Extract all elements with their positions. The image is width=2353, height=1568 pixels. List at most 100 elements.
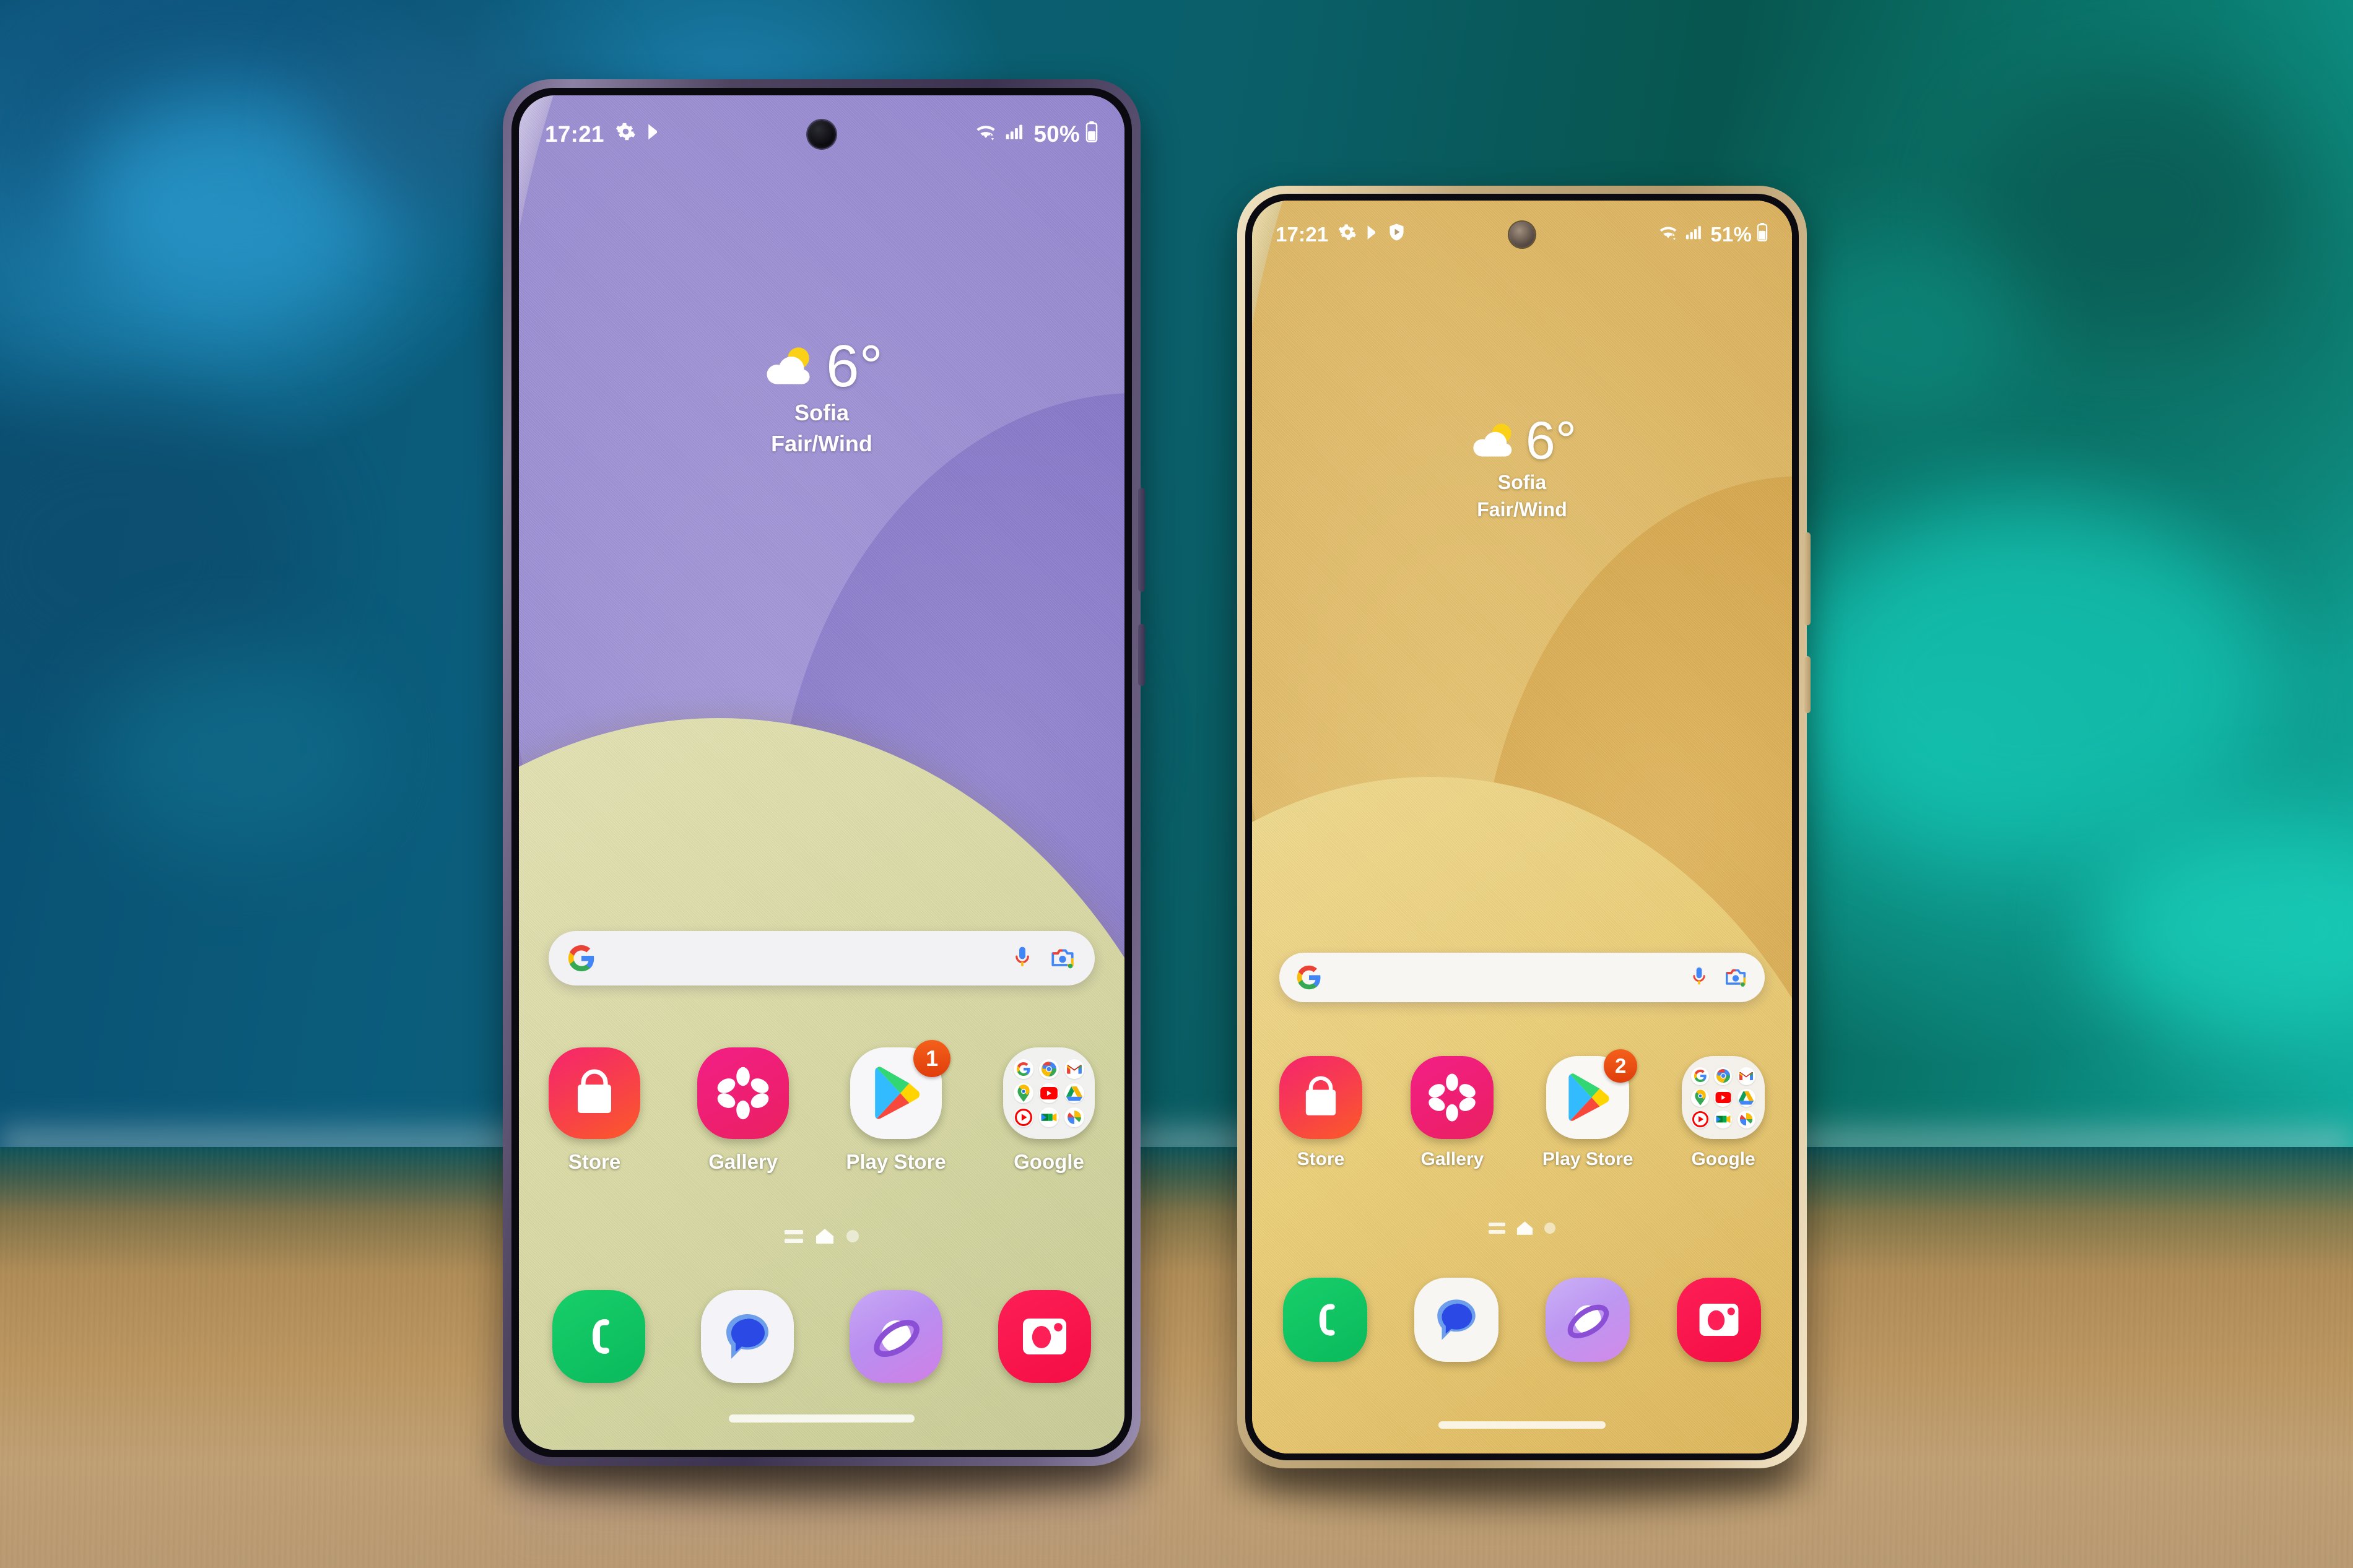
partly-cloudy-icon: [760, 344, 820, 389]
microphone-icon[interactable]: [1690, 965, 1708, 990]
weather-temperature: 6°: [1525, 411, 1577, 470]
app-store[interactable]: Store: [1279, 1056, 1362, 1170]
photo-scene: 17:21 50% 6° Sofia Fair/Wind Store Galle…: [0, 0, 2353, 1568]
samsung-internet-icon[interactable]: [850, 1290, 942, 1383]
camera-icon[interactable]: [1677, 1278, 1761, 1362]
home-app-row: Store: [1279, 1049, 1765, 1170]
gallery-flower-icon[interactable]: [697, 1047, 789, 1139]
google-search-icon: [1013, 1059, 1033, 1079]
status-time: 17:21: [1276, 223, 1329, 246]
app-label: Google: [1691, 1149, 1755, 1169]
table-wood-grain: [0, 1147, 2353, 1568]
google-search-icon: [1691, 1067, 1710, 1085]
play-flag-icon: [1364, 223, 1381, 246]
photos-icon: [1737, 1110, 1755, 1128]
dock: [1283, 1278, 1761, 1362]
galaxy-phone-left[interactable]: 17:21 50% 6° Sofia Fair/Wind Store Galle…: [503, 79, 1145, 1466]
search-input[interactable]: [608, 945, 1012, 971]
phone-right-screen[interactable]: 17:21 51% 6° Sofia Fair/Wind Store Galle…: [1252, 201, 1792, 1453]
google-lens-icon[interactable]: [1049, 945, 1076, 971]
page-indicator: [1252, 1221, 1792, 1236]
weather-condition: Fair/Wind: [1477, 498, 1567, 521]
page-dot[interactable]: [1544, 1223, 1555, 1234]
youtube-music-icon: [1013, 1107, 1033, 1127]
app-gallery[interactable]: Gallery: [697, 1047, 789, 1174]
galaxy-phone-right[interactable]: 17:21 51% 6° Sofia Fair/Wind Store Galle…: [1237, 186, 1811, 1468]
google-g-icon: [1296, 964, 1322, 990]
weather-condition: Fair/Wind: [771, 431, 872, 456]
meet-icon: [1038, 1107, 1059, 1127]
weather-city: Sofia: [1497, 471, 1547, 493]
app-store[interactable]: Store: [549, 1047, 640, 1174]
weather-widget[interactable]: 6° Sofia Fair/Wind: [1252, 414, 1792, 521]
maps-icon: [1691, 1088, 1710, 1107]
app-list-icon[interactable]: [1489, 1223, 1505, 1234]
app-play-store[interactable]: 2 Play Store: [1542, 1049, 1638, 1170]
microphone-icon[interactable]: [1012, 945, 1033, 972]
wifi-icon: [1658, 223, 1679, 246]
phone-right-power-button[interactable]: [1804, 656, 1811, 713]
battery-percent-label: 51%: [1710, 223, 1752, 246]
gallery-flower-icon[interactable]: [1411, 1056, 1494, 1139]
phone-icon[interactable]: [552, 1290, 645, 1383]
app-label: Store: [1297, 1149, 1345, 1169]
weather-widget[interactable]: 6° Sofia Fair/Wind: [519, 337, 1124, 457]
app-label: Play Store: [846, 1150, 946, 1173]
maps-icon: [1013, 1083, 1033, 1103]
messages-icon[interactable]: [1414, 1278, 1498, 1362]
camera-icon[interactable]: [998, 1290, 1091, 1383]
weather-city: Sofia: [794, 400, 849, 425]
google-folder-icon[interactable]: [1003, 1047, 1095, 1139]
home-app-row: Store: [549, 1040, 1095, 1174]
samsung-internet-icon[interactable]: [1546, 1278, 1630, 1362]
page-dot[interactable]: [846, 1230, 859, 1242]
home-icon[interactable]: [1516, 1221, 1533, 1236]
phone-left-screen[interactable]: 17:21 50% 6° Sofia Fair/Wind Store Galle…: [519, 95, 1124, 1450]
battery-icon: [1085, 121, 1098, 148]
drive-icon: [1737, 1088, 1755, 1107]
samsung-store-icon[interactable]: [1279, 1056, 1362, 1139]
google-search-bar[interactable]: [1279, 953, 1765, 1002]
home-icon[interactable]: [816, 1228, 834, 1244]
youtube-icon: [1714, 1088, 1733, 1107]
gesture-handle[interactable]: [729, 1414, 915, 1423]
partly-cloudy-icon: [1468, 420, 1521, 461]
phone-left-volume-button[interactable]: [1138, 488, 1145, 592]
wallpaper-gold: [1252, 201, 1792, 1453]
app-google-folder[interactable]: Google: [1003, 1047, 1095, 1174]
chrome-icon: [1038, 1059, 1059, 1079]
app-label: Google: [1014, 1150, 1084, 1173]
meet-icon: [1714, 1110, 1733, 1128]
weather-main-row: 6°: [1252, 414, 1792, 467]
drive-icon: [1064, 1083, 1084, 1103]
google-search-bar[interactable]: [549, 931, 1095, 985]
play-store-icon[interactable]: 1: [850, 1040, 951, 1139]
status-bar: 17:21 50%: [519, 119, 1124, 150]
background-bokeh-6: [1969, 74, 2291, 334]
gmail-icon: [1737, 1067, 1755, 1085]
samsung-store-icon[interactable]: [549, 1047, 640, 1139]
app-play-store[interactable]: 1 Play Store: [846, 1040, 951, 1174]
gesture-handle[interactable]: [1438, 1421, 1606, 1429]
app-gallery[interactable]: Gallery: [1411, 1056, 1494, 1170]
battery-icon: [1756, 223, 1768, 246]
play-store-badge: 2: [1604, 1049, 1638, 1083]
app-label: Play Store: [1542, 1149, 1633, 1169]
wallpaper-purple: [519, 95, 1124, 1450]
phone-left-power-button[interactable]: [1138, 624, 1145, 686]
phone-right-volume-button[interactable]: [1804, 532, 1811, 625]
shield-play-icon: [1388, 223, 1405, 246]
google-lens-icon[interactable]: [1723, 966, 1748, 989]
phone-icon[interactable]: [1283, 1278, 1367, 1362]
play-store-icon[interactable]: 2: [1546, 1049, 1638, 1139]
app-label: Gallery: [1420, 1149, 1484, 1169]
app-google-folder[interactable]: Google: [1682, 1056, 1765, 1170]
app-list-icon[interactable]: [785, 1229, 803, 1243]
status-bar: 17:21 51%: [1252, 220, 1792, 249]
page-indicator: [519, 1228, 1124, 1244]
app-label: Store: [568, 1150, 621, 1173]
google-folder-icon[interactable]: [1682, 1056, 1765, 1139]
search-input[interactable]: [1333, 966, 1690, 989]
messages-icon[interactable]: [701, 1290, 794, 1383]
status-time: 17:21: [545, 121, 604, 147]
